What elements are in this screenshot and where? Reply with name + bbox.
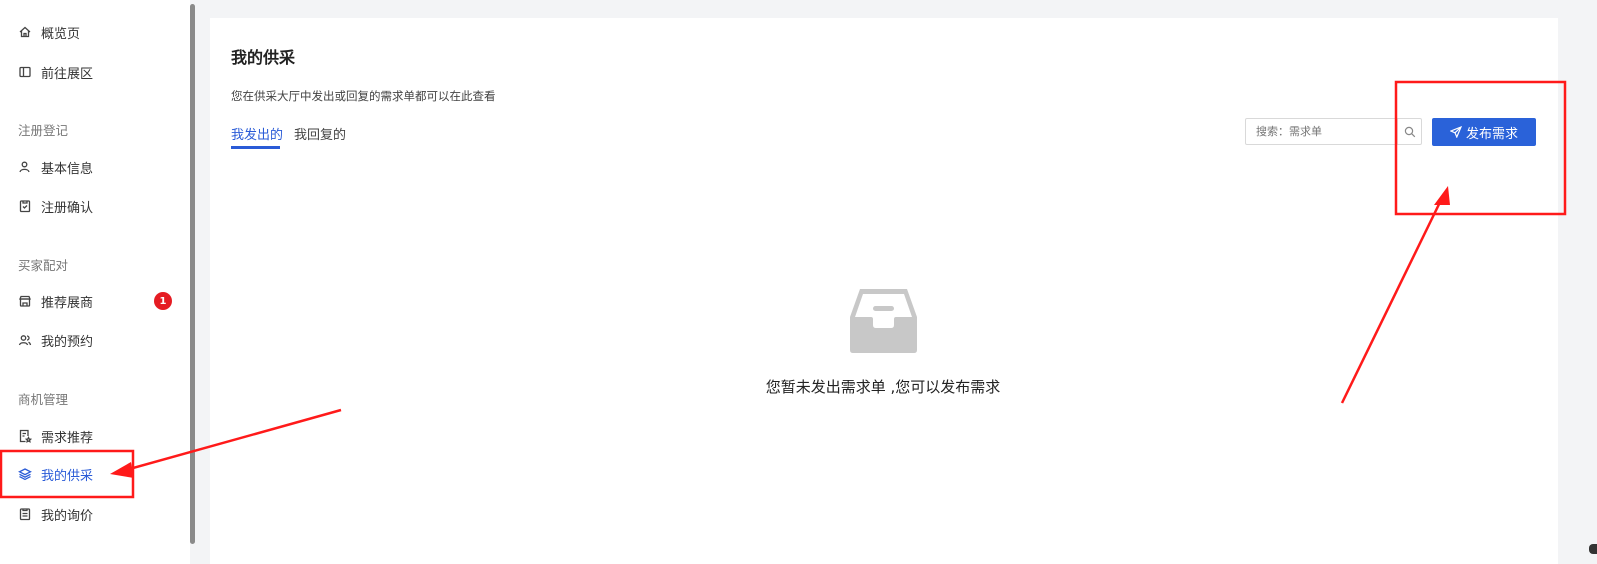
sidebar-item-my-procurement[interactable]: 我的供采 [18,463,93,485]
store-icon [18,294,32,308]
send-icon [1449,126,1462,138]
clipboard-icon [18,199,32,213]
sidebar-item-recommended-exhibitors[interactable]: 推荐展商 [18,290,93,312]
sidebar-item-label: 我的供采 [41,468,94,484]
section-label-buyer-matching: 买家配对 [18,258,69,273]
sidebar-item-demand-recommend[interactable]: 需求推荐 [18,425,93,447]
sidebar: 概览页 前往展区 注册登记 基本信息 注册确认 买家配对 推荐展商 1 我的预约… [0,0,190,564]
users-icon [18,333,32,347]
sidebar-item-my-appointments[interactable]: 我的预约 [18,329,93,351]
empty-state-message: 您暂未发出需求单 ,您可以发布需求 [765,378,1001,396]
active-tab-indicator [231,146,280,149]
page-title: 我的供采 [231,48,296,67]
search-box [1245,118,1422,145]
search-icon[interactable] [1397,119,1421,144]
home-icon [18,25,32,39]
tab-replied[interactable]: 我回复的 [294,124,346,143]
doc-star-icon [18,429,32,443]
layers-icon [18,467,32,481]
top-strip [200,4,1597,18]
book-icon [18,65,32,79]
sidebar-item-overview[interactable]: 概览页 [18,21,80,43]
notification-badge: 1 [154,292,172,310]
sidebar-item-label: 我的询价 [41,508,94,524]
sidebar-item-my-inquiries[interactable]: 我的询价 [18,503,93,525]
sidebar-item-label: 推荐展商 [41,295,94,311]
sidebar-item-basic-info[interactable]: 基本信息 [18,156,93,178]
section-label-business: 商机管理 [18,392,69,407]
sidebar-item-label: 我的预约 [41,334,94,350]
search-input[interactable] [1246,119,1396,144]
list-icon [18,507,32,521]
section-label-registration: 注册登记 [18,123,69,138]
page-description: 您在供采大厅中发出或回复的需求单都可以在此查看 [231,89,496,103]
tab-sent[interactable]: 我发出的 [231,124,283,143]
corner-handle [1589,544,1597,554]
sidebar-item-label: 前往展区 [41,66,94,82]
sidebar-item-label: 基本信息 [41,161,94,177]
sidebar-item-label: 注册确认 [41,200,94,216]
empty-inbox-icon [850,289,917,353]
sidebar-item-label: 概览页 [41,26,81,42]
sidebar-item-label: 需求推荐 [41,430,94,446]
sidebar-item-registration-confirm[interactable]: 注册确认 [18,195,93,217]
user-icon [18,160,32,174]
sidebar-item-exhibition[interactable]: 前往展区 [18,61,93,83]
publish-button-label: 发布需求 [1465,126,1518,142]
publish-demand-button[interactable]: 发布需求 [1432,118,1536,146]
sidebar-scrollbar[interactable] [190,4,195,544]
